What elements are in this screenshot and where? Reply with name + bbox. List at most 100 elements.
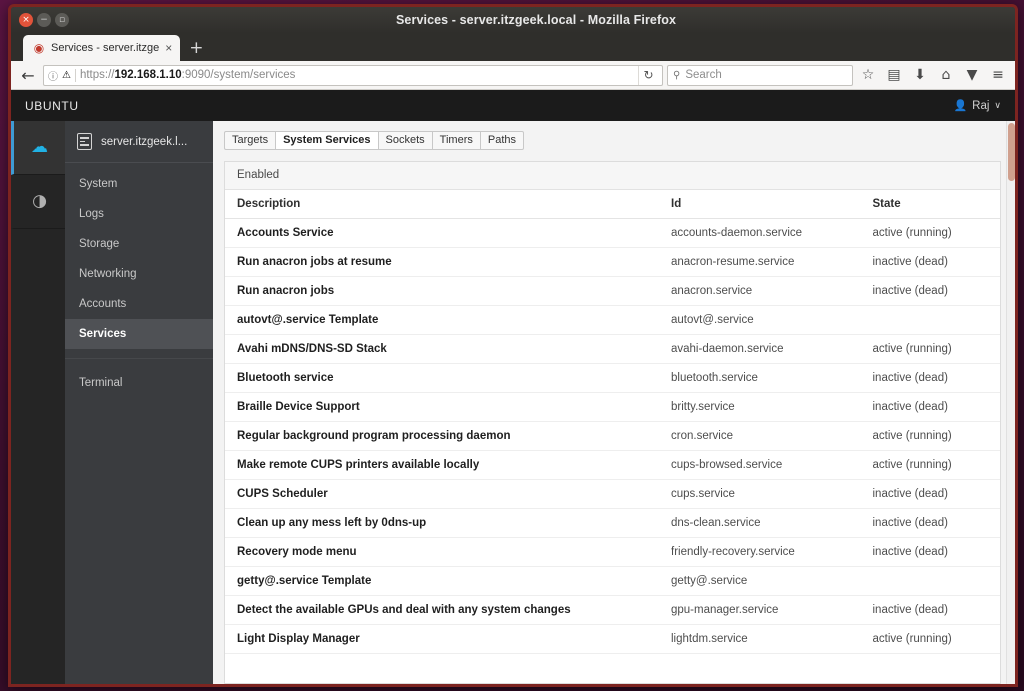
cell-description: getty@.service Template bbox=[225, 566, 659, 596]
url-path: :9090/system/services bbox=[181, 69, 296, 81]
table-row[interactable]: Run anacron jobs anacron.service inactive … bbox=[225, 276, 1000, 306]
cell-id: anacron.service bbox=[659, 276, 861, 306]
column-header-description[interactable]: Description bbox=[225, 189, 659, 219]
table-row[interactable]: autovt@.service Template autovt@.service bbox=[225, 305, 1000, 335]
back-icon[interactable]: ← bbox=[17, 64, 39, 86]
tab-system-services[interactable]: System Services bbox=[275, 130, 378, 150]
sidebar-item-accounts[interactable]: Accounts bbox=[65, 289, 213, 319]
sidebar-item-terminal[interactable]: Terminal bbox=[65, 368, 213, 398]
close-tab-icon[interactable]: × bbox=[165, 42, 172, 54]
cell-id: lightdm.service bbox=[659, 624, 861, 654]
services-table-head: Description Id State bbox=[225, 189, 1000, 219]
cell-id: gpu-manager.service bbox=[659, 595, 861, 625]
host-selector[interactable]: server.itzgeek.l... bbox=[65, 121, 213, 163]
user-icon: 👤 bbox=[953, 99, 968, 112]
cell-description: Braille Device Support bbox=[225, 392, 659, 422]
browser-tabstrip: ◉ Services - server.itzge × + bbox=[11, 33, 1015, 61]
cell-state: inactive (dead) bbox=[860, 392, 1000, 422]
rail-item-dashboard[interactable]: ☁ bbox=[11, 121, 65, 175]
maximize-window-button[interactable]: ▫ bbox=[55, 13, 69, 27]
services-panel-wrapper: Enabled Description Id State Accounts Se… bbox=[213, 150, 1015, 684]
table-row[interactable]: Braille Device Support britty.service inac… bbox=[225, 392, 1000, 422]
address-bar-url: https://192.168.1.10:9090/system/service… bbox=[80, 69, 634, 81]
cell-state bbox=[860, 566, 1000, 596]
search-icon: ⚲ bbox=[673, 69, 681, 81]
host-name: server.itzgeek.l... bbox=[101, 135, 188, 148]
table-row[interactable]: Accounts Service accounts-daemon.service a… bbox=[225, 218, 1000, 248]
tab-timers[interactable]: Timers bbox=[431, 130, 480, 150]
window-titlebar: × − ▫ Services - server.itzgeek.local - … bbox=[11, 7, 1015, 33]
search-bar[interactable]: ⚲ Search bbox=[667, 64, 853, 86]
site-identity-icon[interactable]: ⓘ bbox=[48, 68, 58, 83]
table-row[interactable]: Regular background program processing da… bbox=[225, 421, 1000, 451]
cell-id: cups-browsed.service bbox=[659, 450, 861, 480]
table-row[interactable]: Run anacron jobs at resume anacron-resume… bbox=[225, 247, 1000, 277]
address-bar[interactable]: ⓘ ⚠ https://192.168.1.10:9090/system/ser… bbox=[43, 64, 663, 86]
sidebar-item-logs[interactable]: Logs bbox=[65, 199, 213, 229]
window-controls: × − ▫ bbox=[17, 13, 69, 27]
vertical-scrollbar[interactable] bbox=[1006, 121, 1015, 684]
home-icon[interactable]: ⌂ bbox=[935, 64, 957, 86]
cell-description: Clean up any mess left by 0dns-up bbox=[225, 508, 659, 538]
sidebar-item-networking[interactable]: Networking bbox=[65, 259, 213, 289]
cell-id: friendly-recovery.service bbox=[659, 537, 861, 567]
cell-state: inactive (dead) bbox=[860, 595, 1000, 625]
cell-id: bluetooth.service bbox=[659, 363, 861, 393]
bookmark-star-icon[interactable]: ☆ bbox=[857, 64, 879, 86]
sidebar-nav-list: System Logs Storage Networking Accounts … bbox=[65, 163, 213, 398]
services-panel: Enabled Description Id State Accounts Se… bbox=[224, 160, 1001, 684]
firefox-window: × − ▫ Services - server.itzgeek.local - … bbox=[8, 4, 1018, 687]
cockpit-main: Targets System Services Sockets Timers P… bbox=[213, 121, 1015, 684]
cell-id: cups.service bbox=[659, 479, 861, 509]
table-row[interactable]: getty@.service Template getty@.service bbox=[225, 566, 1000, 596]
cell-state: active (running) bbox=[860, 218, 1000, 248]
library-icon[interactable]: ▤ bbox=[883, 64, 905, 86]
rail-item-machines[interactable]: ◑ bbox=[11, 175, 65, 229]
close-window-button[interactable]: × bbox=[19, 13, 33, 27]
server-icon bbox=[77, 133, 92, 150]
tab-sockets[interactable]: Sockets bbox=[377, 130, 432, 150]
cell-state: inactive (dead) bbox=[860, 508, 1000, 538]
downloads-icon[interactable]: ⬇ bbox=[909, 64, 931, 86]
column-header-state[interactable]: State bbox=[860, 189, 1000, 219]
cloud-icon: ☁ bbox=[31, 137, 48, 157]
tab-targets[interactable]: Targets bbox=[224, 130, 276, 150]
table-row[interactable]: Recovery mode menu friendly-recovery.serv… bbox=[225, 537, 1000, 567]
browser-toolbar: ← ⓘ ⚠ https://192.168.1.10:9090/system/s… bbox=[11, 61, 1015, 90]
table-row[interactable]: CUPS Scheduler cups.service inactive (dead… bbox=[225, 479, 1000, 509]
search-input[interactable]: Search bbox=[685, 69, 721, 81]
cell-state: active (running) bbox=[860, 334, 1000, 364]
user-name: Raj bbox=[972, 99, 990, 112]
scrollbar-thumb[interactable] bbox=[1008, 123, 1015, 181]
table-row[interactable]: Light Display Manager lightdm.service acti… bbox=[225, 624, 1000, 654]
url-host: 192.168.1.10 bbox=[114, 69, 182, 81]
table-row[interactable]: Detect the available GPUs and deal with … bbox=[225, 595, 1000, 625]
table-row[interactable]: Bluetooth service bluetooth.service inacti… bbox=[225, 363, 1000, 393]
browser-tab[interactable]: ◉ Services - server.itzge × bbox=[23, 35, 181, 61]
cell-state: inactive (dead) bbox=[860, 537, 1000, 567]
cell-description: Run anacron jobs at resume bbox=[225, 247, 659, 277]
table-row[interactable]: Clean up any mess left by 0dns-up dns-cle… bbox=[225, 508, 1000, 538]
hamburger-menu-icon[interactable]: ≡ bbox=[987, 64, 1009, 86]
services-table: Description Id State Accounts Service acc… bbox=[225, 189, 1000, 654]
url-scheme: https:// bbox=[79, 69, 115, 81]
pocket-icon[interactable]: ▼ bbox=[961, 64, 983, 86]
column-header-id[interactable]: Id bbox=[659, 189, 861, 219]
table-row[interactable]: Avahi mDNS/DNS-SD Stack avahi-daemon.serv… bbox=[225, 334, 1000, 364]
cockpit-sidebar: server.itzgeek.l... System Logs Storage … bbox=[65, 121, 213, 684]
sidebar-item-storage[interactable]: Storage bbox=[65, 229, 213, 259]
sidebar-item-services[interactable]: Services bbox=[65, 319, 213, 349]
cockpit-brand: UBUNTU bbox=[25, 98, 79, 113]
table-row[interactable]: Make remote CUPS printers available loca… bbox=[225, 450, 1000, 480]
cell-description: Light Display Manager bbox=[225, 624, 659, 654]
user-menu[interactable]: 👤 Raj ∨ bbox=[953, 99, 1001, 112]
cell-state bbox=[860, 305, 1000, 335]
reload-icon[interactable]: ↻ bbox=[638, 65, 658, 85]
tab-paths[interactable]: Paths bbox=[479, 130, 525, 150]
services-table-body: Accounts Service accounts-daemon.service a… bbox=[225, 218, 1000, 654]
new-tab-button[interactable]: + bbox=[180, 40, 212, 61]
sidebar-item-system[interactable]: System bbox=[65, 169, 213, 199]
cell-description: Accounts Service bbox=[225, 218, 659, 248]
minimize-window-button[interactable]: − bbox=[37, 13, 51, 27]
cockpit-icon-rail: ☁ ◑ bbox=[11, 121, 65, 684]
